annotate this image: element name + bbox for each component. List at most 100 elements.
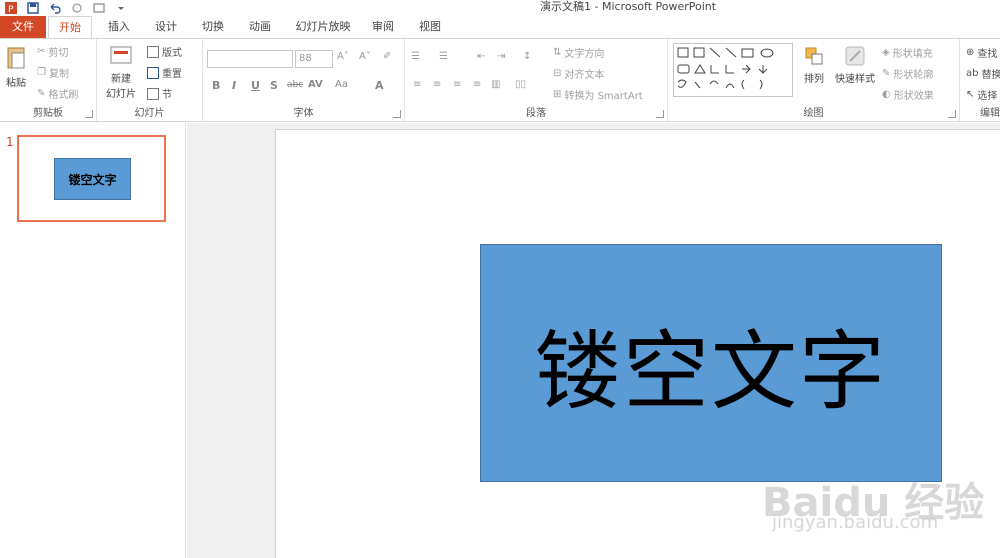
brush-icon: ✎ bbox=[37, 88, 46, 99]
align-center-button[interactable]: ≡ bbox=[433, 79, 441, 90]
bullets-icon: ☰ bbox=[411, 51, 420, 62]
justify-button[interactable]: ≡ bbox=[473, 79, 481, 90]
format-painter-button[interactable]: ✎ 格式刷 bbox=[37, 86, 78, 101]
clear-format-button[interactable]: ✐ bbox=[383, 51, 391, 62]
layout-icon bbox=[147, 45, 159, 58]
undo-icon[interactable] bbox=[48, 1, 62, 15]
grow-font-icon: A˄ bbox=[337, 51, 349, 62]
group-editing: ⊕ 查找 ab 替换 ↖ 选择 编辑 bbox=[960, 39, 1000, 121]
tab-animations[interactable]: 动画 bbox=[245, 16, 275, 38]
align-left-button[interactable]: ≡ bbox=[413, 79, 421, 90]
tab-design[interactable]: 设计 bbox=[151, 16, 181, 38]
scissors-icon: ✂ bbox=[37, 46, 46, 57]
distributed-button[interactable]: ▥ bbox=[491, 79, 500, 90]
smartart-button[interactable]: ⊞ 转换为 SmartArt bbox=[553, 87, 643, 102]
quick-styles-label: 快速样式 bbox=[835, 74, 875, 85]
align-text-button[interactable]: ⊟ 对齐文本 bbox=[553, 66, 604, 81]
font-launcher-icon[interactable] bbox=[393, 110, 401, 118]
quick-styles-button[interactable]: 快速样式 bbox=[832, 45, 878, 85]
group-clipboard: 粘贴 ✂ 剪切 ❐ 复制 ✎ 格式刷 剪贴板 bbox=[0, 39, 97, 121]
numbering-button[interactable]: ☰ bbox=[439, 51, 448, 62]
drawing-launcher-icon[interactable] bbox=[948, 110, 956, 118]
bullets-button[interactable]: ☰ bbox=[411, 51, 420, 62]
change-case-button[interactable]: Aa bbox=[335, 79, 348, 90]
paragraph-launcher-icon[interactable] bbox=[656, 110, 664, 118]
bold-button[interactable]: B bbox=[212, 79, 220, 92]
shape-fill-button[interactable]: ◈ 形状填充 bbox=[882, 45, 933, 60]
shape-effects-button[interactable]: ◐ 形状效果 bbox=[882, 87, 934, 102]
customize-qat-icon[interactable] bbox=[114, 1, 128, 15]
powerpoint-logo-icon: P bbox=[4, 1, 18, 15]
tab-slideshow[interactable]: 幻灯片放映 bbox=[292, 16, 354, 38]
tab-review[interactable]: 审阅 bbox=[368, 16, 398, 38]
underline-button[interactable]: U bbox=[251, 79, 260, 92]
decrease-indent-icon: ⇤ bbox=[477, 51, 486, 62]
shapes-gallery[interactable] bbox=[673, 43, 793, 97]
cursor-icon: ↖ bbox=[966, 89, 975, 100]
tab-file[interactable]: 文件 bbox=[0, 16, 46, 38]
ribbon: 粘贴 ✂ 剪切 ❐ 复制 ✎ 格式刷 剪贴板 新建 幻灯片 版式 重置 节 幻灯片 bbox=[0, 38, 1000, 122]
title-bar: P 演示文稿1 - Microsoft PowerPoint bbox=[0, 0, 1000, 16]
tab-insert[interactable]: 插入 bbox=[104, 16, 134, 38]
clipboard-launcher-icon[interactable] bbox=[85, 110, 93, 118]
font-size-field[interactable]: 88 bbox=[295, 50, 333, 68]
slide-thumbnail-pane: 1 镂空文字 bbox=[0, 123, 186, 558]
font-group-label: 字体 bbox=[293, 108, 314, 119]
editing-group-label: 编辑 bbox=[980, 108, 1000, 119]
shadow-button[interactable]: S bbox=[270, 79, 278, 92]
paragraph-group-label: 段落 bbox=[526, 108, 546, 119]
decrease-indent-button[interactable]: ⇤ bbox=[477, 51, 485, 62]
find-label: 查找 bbox=[977, 49, 998, 60]
shape-effects-icon: ◐ bbox=[882, 89, 891, 100]
start-from-beginning-icon[interactable] bbox=[92, 1, 106, 15]
layout-button[interactable]: 版式 bbox=[147, 44, 182, 59]
columns-button[interactable]: ▯▯ bbox=[515, 79, 526, 90]
select-label: 选择 bbox=[977, 91, 998, 102]
paste-button[interactable]: 粘贴 bbox=[2, 45, 30, 89]
char-spacing-button[interactable]: AV bbox=[308, 79, 323, 90]
section-button[interactable]: 节 bbox=[147, 86, 172, 101]
line-spacing-icon: ↕ bbox=[523, 51, 532, 62]
save-icon[interactable] bbox=[26, 1, 40, 15]
arrange-icon bbox=[805, 47, 823, 65]
paste-label: 粘贴 bbox=[6, 78, 26, 89]
slides-group-label: 幻灯片 bbox=[134, 108, 165, 119]
copy-button[interactable]: ❐ 复制 bbox=[37, 65, 69, 80]
shrink-font-button[interactable]: A˅ bbox=[359, 51, 371, 62]
new-slide-icon bbox=[110, 46, 132, 64]
font-color-button[interactable]: A bbox=[375, 79, 384, 92]
arrange-button[interactable]: 排列 bbox=[800, 45, 828, 85]
line-spacing-button[interactable]: ↕ bbox=[523, 51, 531, 62]
slide-thumbnail[interactable]: 镂空文字 bbox=[17, 135, 166, 222]
grow-font-button[interactable]: A˄ bbox=[337, 51, 349, 62]
replace-button[interactable]: ab 替换 bbox=[966, 66, 1000, 81]
shape-outline-button[interactable]: ✎ 形状轮廓 bbox=[882, 66, 933, 81]
tab-home[interactable]: 开始 bbox=[48, 16, 92, 39]
shrink-font-icon: A˅ bbox=[359, 51, 371, 62]
slide-text-box[interactable]: 镂空文字 bbox=[480, 244, 942, 482]
text-direction-icon: ⇅ bbox=[553, 47, 562, 58]
cut-button[interactable]: ✂ 剪切 bbox=[37, 44, 68, 59]
text-direction-label: 文字方向 bbox=[564, 49, 605, 60]
redo-icon[interactable] bbox=[70, 1, 84, 15]
columns-icon: ▯▯ bbox=[515, 79, 527, 90]
group-paragraph: ☰ ☰ ⇤ ⇥ ↕ ≡ ≡ ≡ ≡ ▥ ▯▯ ⇅ 文字方向 ⊟ 对齐文本 ⊞ 转换为 … bbox=[405, 39, 668, 121]
align-right-button[interactable]: ≡ bbox=[453, 79, 461, 90]
replace-label: 替换 bbox=[981, 70, 1000, 81]
section-icon bbox=[147, 87, 159, 100]
strikethrough-button[interactable]: abc bbox=[287, 80, 303, 90]
baidu-watermark: Baidu 经验 jingyan.baidu.com bbox=[762, 450, 998, 558]
shape-effects-label: 形状效果 bbox=[893, 91, 934, 102]
text-direction-button[interactable]: ⇅ 文字方向 bbox=[553, 45, 604, 60]
find-button[interactable]: ⊕ 查找 bbox=[966, 45, 997, 60]
italic-button[interactable]: I bbox=[232, 79, 236, 92]
paste-icon bbox=[7, 47, 25, 69]
increase-indent-button[interactable]: ⇥ bbox=[497, 51, 505, 62]
reset-button[interactable]: 重置 bbox=[147, 65, 182, 80]
new-slide-button[interactable]: 新建 幻灯片 bbox=[101, 43, 141, 100]
select-button[interactable]: ↖ 选择 bbox=[966, 87, 997, 102]
tab-transitions[interactable]: 切换 bbox=[198, 16, 228, 38]
align-right-icon: ≡ bbox=[453, 79, 462, 90]
tab-view[interactable]: 视图 bbox=[415, 16, 445, 38]
font-name-field[interactable] bbox=[207, 50, 293, 68]
